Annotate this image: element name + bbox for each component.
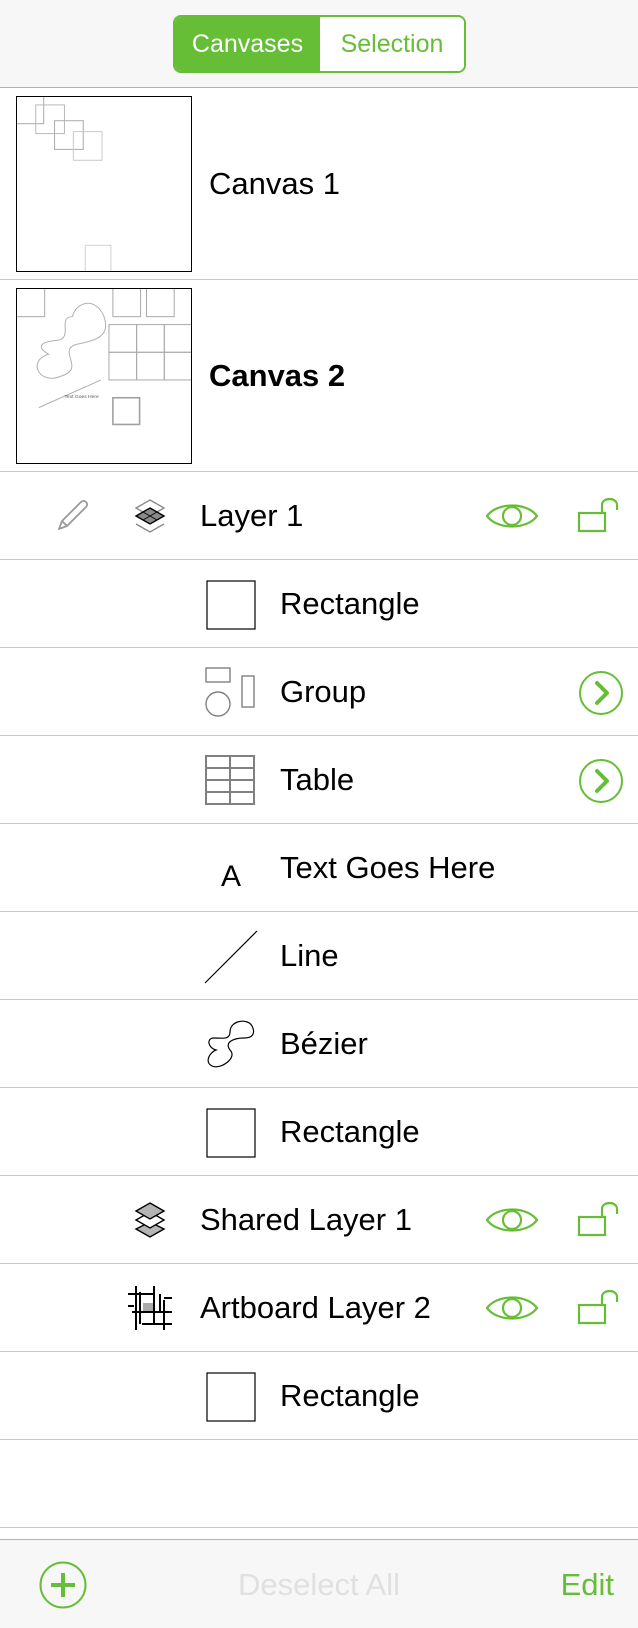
- layer-name: Artboard Layer 2: [200, 1290, 431, 1325]
- layer-row-layer-1[interactable]: Layer 1: [0, 472, 638, 560]
- object-name: Rectangle: [280, 1114, 420, 1149]
- object-name: Rectangle: [280, 586, 420, 621]
- layer-name: Layer 1: [200, 498, 304, 533]
- disclosure-chevron-icon[interactable]: [578, 758, 624, 804]
- rectangle-icon: [206, 1108, 256, 1158]
- canvas-row-2[interactable]: Text Goes Here Canvas 2: [0, 280, 638, 472]
- segmented-control: Canvases Selection: [173, 15, 466, 73]
- unlocked-icon[interactable]: [574, 1196, 624, 1244]
- deselect-all-button[interactable]: Deselect All: [238, 1567, 400, 1603]
- table-icon: [204, 754, 256, 806]
- empty-row: [0, 1440, 638, 1528]
- plus-circle-icon[interactable]: [39, 1561, 87, 1609]
- canvas-1-name: Canvas 1: [209, 166, 340, 201]
- object-row-line[interactable]: Line: [0, 912, 638, 1000]
- shared-layers-icon: [130, 1200, 170, 1240]
- visibility-eye-icon[interactable]: [484, 496, 540, 536]
- tab-canvases[interactable]: Canvases: [175, 17, 320, 71]
- object-name: Table: [280, 762, 355, 797]
- object-row-rectangle[interactable]: Rectangle: [0, 1088, 638, 1176]
- object-name: Group: [280, 674, 367, 709]
- line-icon: [204, 930, 258, 984]
- layers-icon: [130, 496, 170, 536]
- rectangle-icon: [206, 580, 256, 630]
- canvas-2-thumbnail-drawing: Text Goes Here: [17, 289, 191, 426]
- object-name: Rectangle: [280, 1378, 420, 1413]
- canvas-1-thumbnail-drawing: [17, 97, 112, 271]
- object-row-bezier[interactable]: Bézier: [0, 1000, 638, 1088]
- artboard-icon: [126, 1284, 174, 1332]
- object-row-table[interactable]: Table: [0, 736, 638, 824]
- object-row-text[interactable]: A Text Goes Here: [0, 824, 638, 912]
- top-bar: Canvases Selection: [0, 0, 638, 88]
- canvas-2-thumbnail: Text Goes Here: [16, 288, 192, 464]
- object-name: Text Goes Here: [280, 850, 496, 885]
- visibility-eye-icon[interactable]: [484, 1288, 540, 1328]
- rectangle-icon: [206, 1372, 256, 1422]
- thumbnail-text: Text Goes Here: [64, 394, 99, 400]
- canvas-1-thumbnail: [16, 96, 192, 272]
- group-icon: [204, 666, 258, 720]
- disclosure-chevron-icon[interactable]: [578, 670, 624, 716]
- canvas-2-name: Canvas 2: [209, 358, 346, 393]
- deselect-all-container: Deselect All: [0, 1540, 638, 1628]
- object-name: Bézier: [280, 1026, 368, 1061]
- object-row-group[interactable]: Group: [0, 648, 638, 736]
- layer-row-artboard-layer-2[interactable]: Artboard Layer 2: [0, 1264, 638, 1352]
- canvas-row-1[interactable]: Canvas 1: [0, 88, 638, 280]
- object-name: Line: [280, 938, 339, 973]
- canvas-layer-list: Canvas 1 Text Goes Here Canvas 2 Layer 1…: [0, 88, 638, 1528]
- unlocked-icon[interactable]: [574, 1284, 624, 1332]
- object-row-rectangle[interactable]: Rectangle: [0, 560, 638, 648]
- layer-row-shared-layer-1[interactable]: Shared Layer 1: [0, 1176, 638, 1264]
- bezier-icon: [204, 1018, 258, 1072]
- edit-button[interactable]: Edit: [561, 1540, 614, 1628]
- visibility-eye-icon[interactable]: [484, 1200, 540, 1240]
- bottom-toolbar: Deselect All Edit: [0, 1539, 638, 1628]
- object-row-rectangle[interactable]: Rectangle: [0, 1352, 638, 1440]
- pencil-icon[interactable]: [52, 496, 92, 536]
- tab-selection[interactable]: Selection: [320, 17, 464, 71]
- layer-name: Shared Layer 1: [200, 1202, 412, 1237]
- unlocked-icon[interactable]: [574, 492, 624, 540]
- text-icon: A: [220, 860, 241, 893]
